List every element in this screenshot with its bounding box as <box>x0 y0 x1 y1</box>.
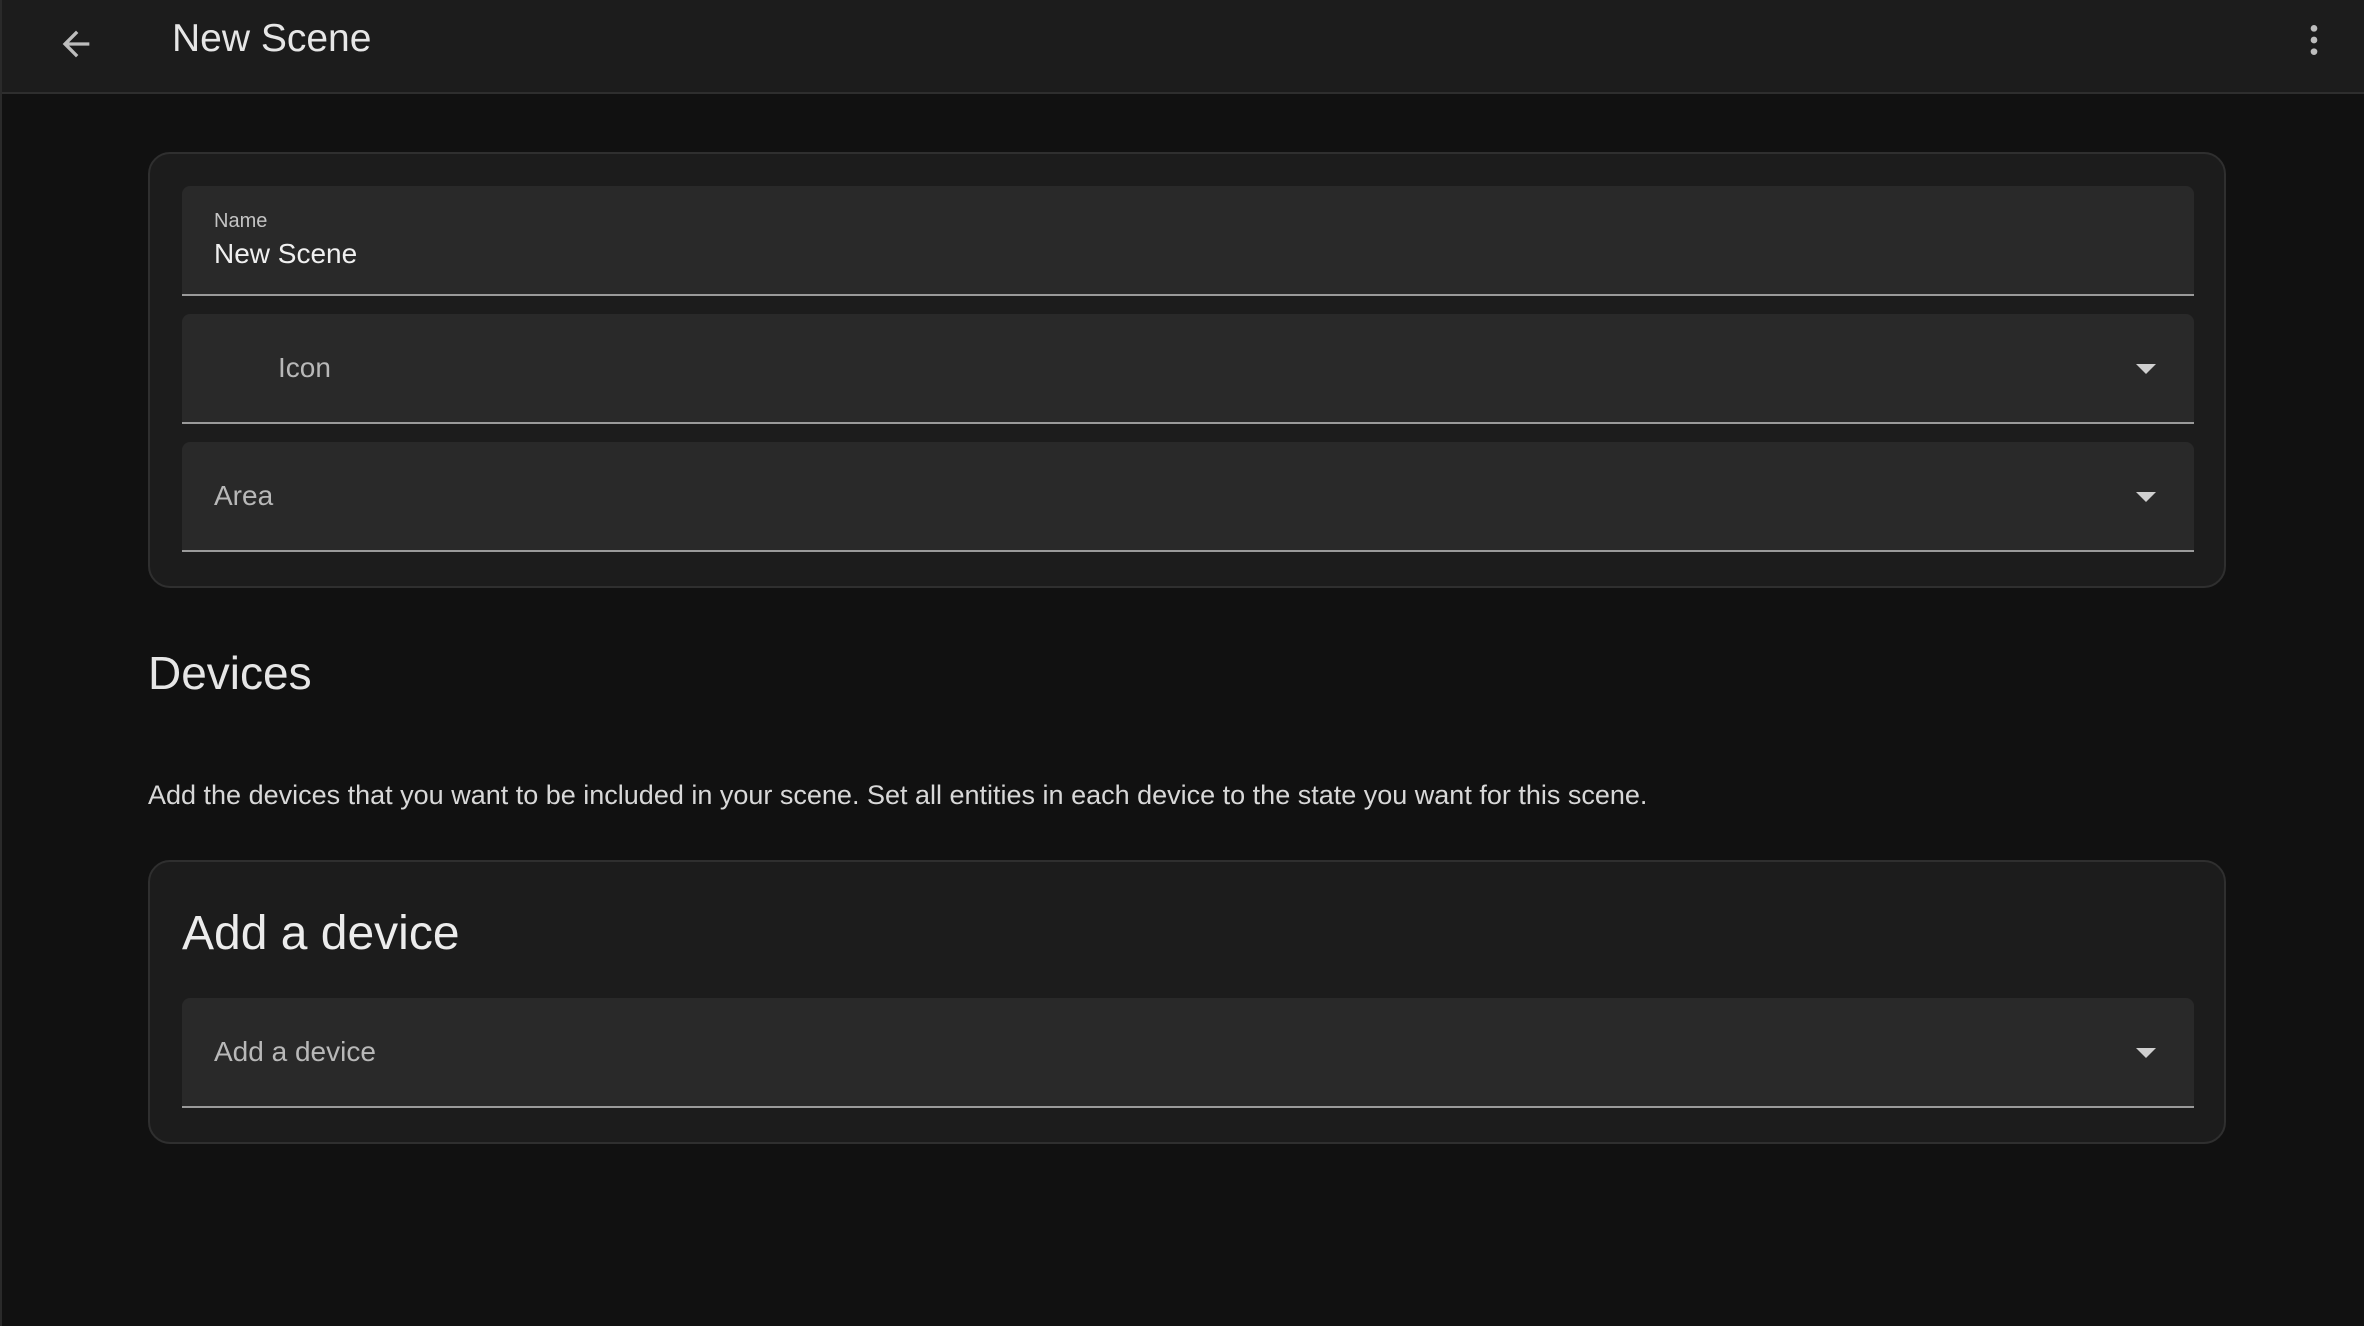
device-picker[interactable]: Add a device <box>182 998 2194 1108</box>
devices-section-description: Add the devices that you want to be incl… <box>148 780 1648 810</box>
add-device-card-title: Add a device <box>182 907 460 960</box>
device-picker-label: Add a device <box>214 1036 376 1067</box>
more-vertical-icon <box>2310 25 2318 55</box>
add-device-card: Add a device Add a device <box>148 860 2226 1144</box>
name-field[interactable]: Name New Scene <box>182 186 2194 296</box>
name-value[interactable]: New Scene <box>214 238 357 270</box>
area-picker[interactable]: Area <box>182 442 2194 552</box>
icon-picker[interactable]: Icon <box>182 314 2194 424</box>
icon-picker-label: Icon <box>278 352 331 383</box>
back-button[interactable] <box>46 14 106 74</box>
devices-section-title: Devices <box>148 647 312 699</box>
overflow-menu-button[interactable] <box>2284 10 2344 70</box>
arrow-left-icon <box>62 30 90 58</box>
name-label: Name <box>214 210 268 232</box>
top-app-bar: New Scene <box>2 0 2364 94</box>
scene-editor: New Scene Name New Scene Icon Area Devic… <box>0 0 2364 1326</box>
page-title: New Scene <box>172 17 372 60</box>
dropdown-arrow-icon[interactable] <box>2136 364 2156 374</box>
scene-details-card: Name New Scene Icon Area <box>148 152 2226 588</box>
dropdown-arrow-icon[interactable] <box>2136 492 2156 502</box>
dropdown-arrow-icon[interactable] <box>2136 1048 2156 1058</box>
area-picker-label: Area <box>214 480 274 511</box>
